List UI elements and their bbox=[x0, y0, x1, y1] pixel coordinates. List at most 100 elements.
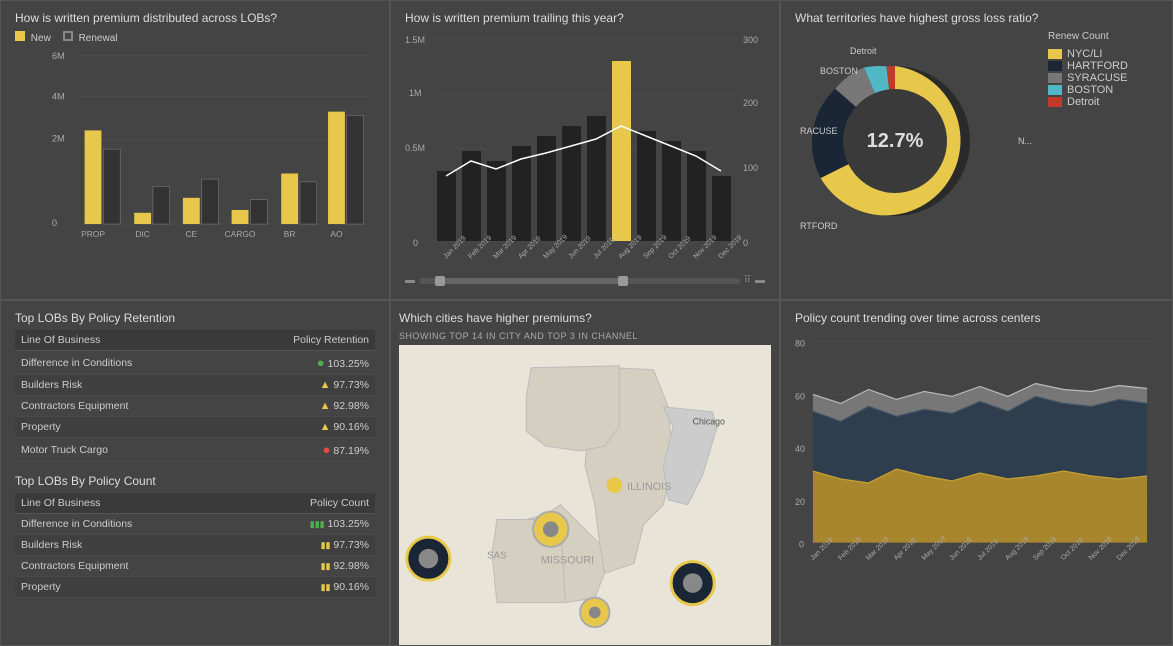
color-detroit bbox=[1048, 97, 1062, 107]
legend-new: New bbox=[15, 31, 51, 44]
svg-text:40: 40 bbox=[795, 444, 805, 454]
panel3-title: What territories have highest gross loss… bbox=[795, 11, 1158, 25]
table-row: Builders Risk ▲ 97.73% bbox=[15, 375, 375, 396]
svg-text:DIC: DIC bbox=[135, 229, 149, 239]
lob-legend: New Renewal bbox=[15, 31, 375, 44]
bar-dic-renewal bbox=[153, 187, 170, 224]
section1-title: Top LOBs By Policy Retention bbox=[15, 311, 375, 325]
col-lob-header: Line Of Business bbox=[15, 330, 225, 351]
slider-handle-right[interactable] bbox=[618, 276, 628, 286]
count-table-body: Difference in Conditions ▮▮▮ 103.25% Bui… bbox=[15, 514, 375, 598]
svg-text:CE: CE bbox=[185, 229, 197, 239]
dashboard: How is written premium distributed acros… bbox=[0, 0, 1173, 646]
label-chicago: Chicago bbox=[693, 417, 725, 427]
bar-sep bbox=[637, 131, 656, 241]
svg-text:200: 200 bbox=[743, 98, 758, 108]
slider-handle-left[interactable] bbox=[435, 276, 445, 286]
retention-table-body: Difference in Conditions ● 103.25% Build… bbox=[15, 351, 375, 462]
col-lob-header2: Line Of Business bbox=[15, 493, 243, 514]
table-row: Property ▮▮ 90.16% bbox=[15, 577, 375, 598]
panel5-title: Which cities have higher premiums? bbox=[399, 311, 771, 325]
section-retention: Top LOBs By Policy Retention Line Of Bus… bbox=[15, 311, 375, 462]
bar-ce-new bbox=[183, 198, 200, 224]
row4-name: Property bbox=[15, 417, 225, 438]
lob-bar-svg: 6M 4M 2M 0 PROP DIC bbox=[47, 48, 375, 254]
panel-donut: What territories have highest gross loss… bbox=[780, 0, 1173, 300]
panel-tables: Top LOBs By Policy Retention Line Of Bus… bbox=[0, 300, 390, 646]
legend-detroit: Detroit bbox=[1048, 96, 1158, 108]
svg-text:2M: 2M bbox=[52, 134, 65, 144]
slider-track[interactable] bbox=[419, 278, 740, 284]
legend-syracuse: SYRACUSE bbox=[1048, 72, 1158, 84]
bar-jan bbox=[437, 171, 456, 241]
label-detroit: Detroit bbox=[850, 46, 877, 56]
bar-prop-renewal bbox=[103, 149, 120, 224]
svg-text:0: 0 bbox=[413, 238, 418, 248]
legend-nycli: NYC/LI bbox=[1048, 48, 1158, 60]
svg-text:300: 300 bbox=[743, 35, 758, 45]
map-container: ILLINOIS MISSOURI SAS Chicago bbox=[399, 345, 771, 645]
bubble5-inner bbox=[589, 607, 601, 619]
svg-text:1M: 1M bbox=[409, 88, 422, 98]
svg-text:6M: 6M bbox=[52, 51, 65, 61]
row3-value: ▲ 92.98% bbox=[225, 396, 375, 417]
row2-value: ▲ 97.73% bbox=[225, 375, 375, 396]
row1-value: ● 103.25% bbox=[225, 351, 375, 375]
cnt-row3-value: ▮▮ 92.98% bbox=[243, 556, 375, 577]
renewal-color bbox=[63, 31, 73, 41]
row5-value: ● 87.19% bbox=[225, 438, 375, 462]
donut-legend-panel: Renew Count NYC/LI HARTFORD SYRACUSE BOS… bbox=[1048, 31, 1158, 291]
bar-ao-new bbox=[328, 112, 345, 224]
row5-name: Motor Truck Cargo bbox=[15, 438, 225, 462]
label-racuse: RACUSE bbox=[800, 126, 838, 136]
label-kansas: SAS bbox=[487, 551, 507, 562]
bar-dic-new bbox=[134, 213, 151, 224]
bar-cargo-new bbox=[232, 210, 249, 224]
state-iowa bbox=[526, 366, 619, 451]
svg-text:0.5M: 0.5M bbox=[405, 143, 425, 153]
donut-center-value: 12.7% bbox=[867, 130, 924, 152]
new-color bbox=[15, 31, 25, 41]
section2-title: Top LOBs By Policy Count bbox=[15, 474, 375, 488]
cnt-row2-name: Builders Risk bbox=[15, 535, 243, 556]
bar-apr bbox=[512, 146, 531, 241]
legend-hartford: HARTFORD bbox=[1048, 60, 1158, 72]
bar-prop-new bbox=[85, 130, 102, 224]
bar-cargo-renewal bbox=[250, 200, 267, 224]
map-svg: ILLINOIS MISSOURI SAS Chicago bbox=[399, 345, 771, 645]
donut-wrapper: Detroit BOSTON RACUSE RTFORD N... bbox=[795, 31, 1158, 291]
legend-renewal: Renewal bbox=[63, 31, 118, 44]
cnt-row3-name: Contractors Equipment bbox=[15, 556, 243, 577]
label-boston: BOSTON bbox=[820, 66, 858, 76]
bar-dec bbox=[712, 176, 731, 241]
svg-text:1.5M: 1.5M bbox=[405, 35, 425, 45]
svg-text:BR: BR bbox=[284, 229, 296, 239]
panel-trending: Policy count trending over time across c… bbox=[780, 300, 1173, 646]
slider-fill bbox=[435, 278, 627, 284]
bar-ao-renewal bbox=[347, 115, 364, 224]
legend-boston: BOSTON bbox=[1048, 84, 1158, 96]
bar-br-new bbox=[281, 173, 298, 224]
table-row: Contractors Equipment ▮▮ 92.98% bbox=[15, 556, 375, 577]
trend-svg: 80 60 40 20 0 bbox=[795, 331, 1158, 621]
cnt-row2-value: ▮▮ 97.73% bbox=[243, 535, 375, 556]
cnt-row1-name: Difference in Conditions bbox=[15, 514, 243, 535]
cnt-row1-value: ▮▮▮ 103.25% bbox=[243, 514, 375, 535]
bar-mar bbox=[487, 161, 506, 241]
bubble2-inner bbox=[543, 521, 559, 537]
svg-text:80: 80 bbox=[795, 339, 805, 349]
count-table: Line Of Business Policy Count Difference… bbox=[15, 493, 375, 598]
panel2-title: How is written premium trailing this yea… bbox=[405, 11, 765, 25]
section-count: Top LOBs By Policy Count Line Of Busines… bbox=[15, 474, 375, 598]
svg-text:60: 60 bbox=[795, 391, 805, 401]
color-nycli bbox=[1048, 49, 1062, 59]
svg-text:4M: 4M bbox=[52, 92, 65, 102]
map-subtitle: SHOWING TOP 14 IN CITY AND TOP 3 IN CHAN… bbox=[399, 331, 771, 341]
label-missouri: MISSOURI bbox=[541, 555, 594, 567]
color-syracuse bbox=[1048, 73, 1062, 83]
donut-chart-area: Detroit BOSTON RACUSE RTFORD N... bbox=[795, 31, 1040, 291]
color-boston bbox=[1048, 85, 1062, 95]
svg-text:100: 100 bbox=[743, 163, 758, 173]
table-row: Property ▲ 90.16% bbox=[15, 417, 375, 438]
label-n: N... bbox=[1018, 136, 1032, 146]
